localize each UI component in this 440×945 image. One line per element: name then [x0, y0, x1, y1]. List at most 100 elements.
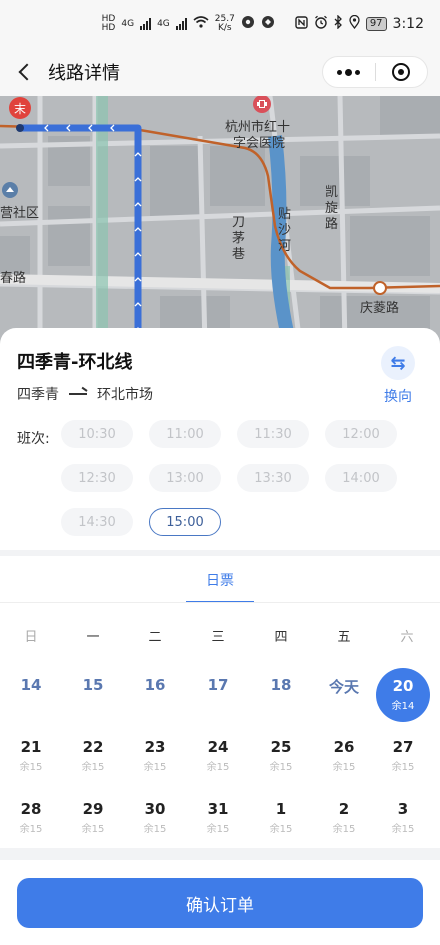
end-marker-label: 末 [14, 102, 26, 116]
battery-icon: 97 [365, 17, 387, 31]
calendar-day: 17 [187, 676, 249, 694]
time-slot[interactable]: 11:30 [237, 420, 309, 448]
route-path: 四季青 环北市场 [17, 384, 153, 404]
calendar-divider [0, 602, 440, 603]
map-label-hospital-2: 字会医院 [233, 136, 285, 151]
seats-remaining: 余15 [332, 762, 356, 773]
day-number: 27 [392, 738, 414, 756]
day-number: 15 [82, 676, 104, 694]
close-mini-program-button[interactable] [376, 57, 428, 87]
signal-4g-label-2: 4G [157, 18, 170, 29]
seats-remaining: 余15 [143, 762, 167, 773]
nfc-icon [295, 15, 308, 33]
hd-indicator: HD HD [102, 15, 116, 33]
seats-remaining: 余15 [269, 762, 293, 773]
calendar-day[interactable]: 30 余15 [124, 800, 186, 835]
day-number: 29 [82, 800, 104, 818]
tab-day-ticket[interactable]: 日票 [186, 556, 254, 602]
calendar-day: 15 [62, 676, 124, 694]
map-canvas: 末 杭州市红十 字会医院 营社区 刀 茅 巷 贴 沙 河 凯 旋 路 春路 庆菱… [0, 96, 440, 346]
time-slot[interactable]: 13:00 [149, 464, 221, 492]
bluetooth-icon [334, 14, 343, 33]
bottom-bar: 确认订单 [0, 860, 440, 945]
calendar-day: 18 [250, 676, 312, 694]
weekday-label: 日 [24, 630, 38, 645]
app-notification-icon-2 [261, 15, 275, 33]
weekday-label: 三 [211, 630, 225, 645]
seats-remaining: 余15 [81, 824, 105, 835]
calendar-day[interactable]: 3 余15 [372, 800, 434, 835]
time-slot[interactable]: 14:30 [61, 508, 133, 536]
chevron-left-icon [18, 63, 36, 81]
day-number: 18 [270, 676, 292, 694]
seats-remaining: 余14 [391, 701, 415, 712]
day-number: 20 [392, 677, 414, 695]
calendar-day[interactable]: 23 余15 [124, 738, 186, 773]
map-label-daomao-2: 茅 [232, 231, 245, 246]
seats-remaining: 余15 [19, 762, 43, 773]
route-map[interactable]: 末 杭州市红十 字会医院 营社区 刀 茅 巷 贴 沙 河 凯 旋 路 春路 庆菱… [0, 96, 440, 346]
confirm-order-button[interactable]: 确认订单 [17, 878, 423, 928]
calendar-day-selected[interactable]: 20 余14 [376, 668, 430, 722]
map-label-river-2: 沙 [278, 223, 291, 238]
day-number: 17 [207, 676, 229, 694]
weekday-label: 四 [274, 630, 288, 645]
calendar-day[interactable]: 28 余15 [0, 800, 62, 835]
day-number: 3 [397, 800, 409, 818]
time-slot[interactable]: 10:30 [61, 420, 133, 448]
route-name: 四季青-环北线 [17, 352, 133, 373]
day-number: 22 [82, 738, 104, 756]
time-slot[interactable]: 12:00 [325, 420, 397, 448]
weekday-label: 五 [337, 630, 351, 645]
clock: 3:12 [392, 16, 424, 32]
nav-bar: 线路详情 [0, 48, 440, 96]
more-button[interactable] [323, 57, 375, 87]
app-notification-icon [241, 15, 255, 33]
calendar-day[interactable]: 24 余15 [187, 738, 249, 773]
time-slot[interactable]: 13:30 [237, 464, 309, 492]
schedule-label: 班次: [17, 431, 50, 447]
day-number: 21 [20, 738, 42, 756]
mini-program-capsule [322, 56, 428, 88]
seats-remaining: 余15 [143, 824, 167, 835]
time-slot[interactable]: 11:00 [149, 420, 221, 448]
day-number: 25 [270, 738, 292, 756]
net-speed: 25.7 K/s [215, 15, 235, 33]
day-number: 14 [20, 676, 42, 694]
hd-label-2: HD [101, 23, 116, 33]
signal-4g-label-1: 4G [121, 18, 135, 29]
target-icon [392, 63, 411, 81]
map-label-kaixuan-1: 凯 [325, 185, 338, 200]
calendar-day[interactable]: 27 余15 [372, 738, 434, 773]
ticket-calendar: 日票 日 一 二 三 四 五 六 14 15 16 17 18 今天 20 余1… [0, 556, 440, 848]
seats-remaining: 余15 [19, 824, 43, 835]
wifi-icon [193, 16, 209, 32]
swap-label: 换向 [384, 389, 412, 405]
time-slot-selected[interactable]: 15:00 [149, 508, 221, 536]
calendar-day[interactable]: 22 余15 [62, 738, 124, 773]
time-slot[interactable]: 14:00 [325, 464, 397, 492]
map-label-hospital-1: 杭州市红十 [225, 119, 290, 135]
day-number: 16 [144, 676, 166, 694]
calendar-day[interactable]: 21 余15 [0, 738, 62, 773]
time-slot[interactable]: 12:30 [61, 464, 133, 492]
calendar-day[interactable]: 25 余15 [250, 738, 312, 773]
calendar-day[interactable]: 1 余15 [250, 800, 312, 835]
calendar-day[interactable]: 26 余15 [313, 738, 375, 773]
calendar-day[interactable]: 2 余15 [313, 800, 375, 835]
day-number: 23 [144, 738, 166, 756]
calendar-day[interactable]: 29 余15 [62, 800, 124, 835]
seats-remaining: 余15 [206, 762, 230, 773]
calendar-day: 16 [124, 676, 186, 694]
arrow-right-icon [69, 393, 87, 395]
swap-direction-button[interactable]: ⇆ 换向 [378, 346, 418, 406]
seats-remaining: 余15 [391, 762, 415, 773]
calendar-day[interactable]: 31 余15 [187, 800, 249, 835]
seats-remaining: 余15 [332, 824, 356, 835]
weekday-label: 六 [400, 630, 414, 645]
map-label-river-3: 河 [278, 239, 291, 254]
back-button[interactable] [0, 48, 48, 96]
signal-bars-icon-2 [175, 18, 187, 30]
weekday-label: 二 [148, 630, 162, 645]
page-title: 线路详情 [48, 63, 120, 84]
